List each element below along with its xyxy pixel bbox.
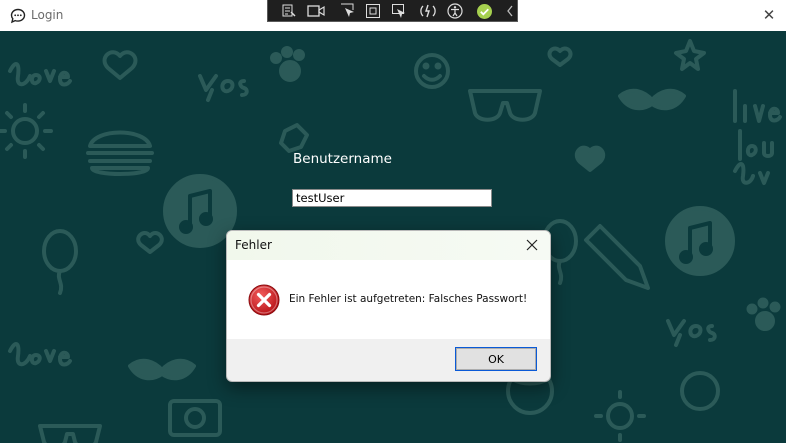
window-title: Login: [31, 8, 64, 22]
dialog-close-button[interactable]: [520, 234, 544, 256]
track-focus-icon[interactable]: [390, 2, 408, 20]
window-close-button[interactable]: ✕: [756, 3, 782, 27]
close-icon: ✕: [762, 6, 776, 24]
record-icon[interactable]: [307, 2, 325, 20]
dialog-titlebar: Fehler: [227, 231, 550, 260]
chat-bubble-icon: [10, 8, 26, 24]
dialog-body: Ein Fehler ist aufgetreten: Falsches Pas…: [227, 260, 550, 339]
error-icon: [248, 284, 280, 316]
close-icon: [526, 239, 538, 251]
hot-reload-icon[interactable]: [419, 2, 437, 20]
dialog-message: Ein Fehler ist aufgetreten: Falsches Pas…: [289, 293, 528, 305]
accessibility-icon[interactable]: [446, 2, 464, 20]
ok-button[interactable]: OK: [455, 347, 537, 371]
error-dialog: Fehler Ein Fehler ist aufgetreten: Falsc…: [226, 230, 551, 382]
live-visual-tree-icon[interactable]: [280, 2, 298, 20]
username-label: Benutzername: [293, 151, 392, 167]
username-input[interactable]: testUser: [292, 189, 492, 207]
debug-toolbar: [267, 0, 518, 22]
collapse-chevron-icon[interactable]: [501, 2, 519, 20]
display-layout-adorners-icon[interactable]: [364, 2, 382, 20]
select-element-icon[interactable]: [339, 2, 357, 20]
xaml-binding-ok-icon[interactable]: [475, 2, 493, 20]
dialog-title: Fehler: [235, 238, 272, 252]
